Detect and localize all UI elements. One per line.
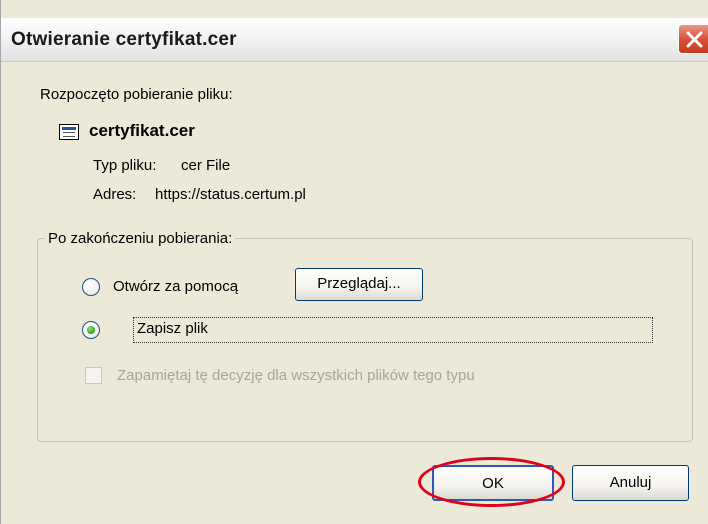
file-type-value: cer File bbox=[181, 157, 231, 174]
open-with-label[interactable]: Otwórz za pomocą bbox=[113, 278, 238, 295]
cancel-button[interactable]: Anuluj bbox=[572, 465, 689, 501]
browse-button-label: Przeglądaj... bbox=[317, 275, 401, 292]
after-download-group-label: Po zakończeniu pobierania: bbox=[45, 230, 236, 247]
save-file-focus-rect bbox=[133, 317, 653, 343]
close-button[interactable] bbox=[678, 24, 708, 54]
dialog-title: Otwieranie certyfikat.cer bbox=[11, 29, 237, 50]
file-name: certyfikat.cer bbox=[89, 121, 195, 140]
title-bar[interactable]: Otwieranie certyfikat.cer bbox=[1, 18, 708, 62]
highlight-oval-annotation bbox=[418, 457, 565, 507]
open-with-radio[interactable] bbox=[82, 278, 100, 296]
save-file-radio[interactable] bbox=[82, 321, 100, 339]
address-value: https://status.certum.pl bbox=[155, 186, 306, 203]
radio-selected-dot bbox=[87, 326, 95, 334]
cancel-button-label: Anuluj bbox=[609, 474, 652, 491]
download-started-label: Rozpoczęto pobieranie pliku: bbox=[40, 86, 233, 103]
remember-decision-label[interactable]: Zapamiętaj tę decyzję dla wszystkich pli… bbox=[117, 367, 475, 384]
remember-decision-checkbox[interactable] bbox=[85, 367, 102, 384]
file-type-label: Typ pliku: bbox=[93, 157, 157, 174]
close-icon bbox=[686, 31, 703, 48]
certificate-file-icon bbox=[59, 124, 79, 140]
download-dialog: Otwieranie certyfikat.cer Rozpoczęto pob… bbox=[0, 0, 708, 524]
save-file-label[interactable]: Zapisz plik bbox=[137, 320, 208, 337]
browse-button[interactable]: Przeglądaj... bbox=[295, 268, 423, 301]
address-label: Adres: bbox=[93, 186, 137, 203]
open-with-label-text: Otwórz za pomocą bbox=[113, 278, 239, 295]
